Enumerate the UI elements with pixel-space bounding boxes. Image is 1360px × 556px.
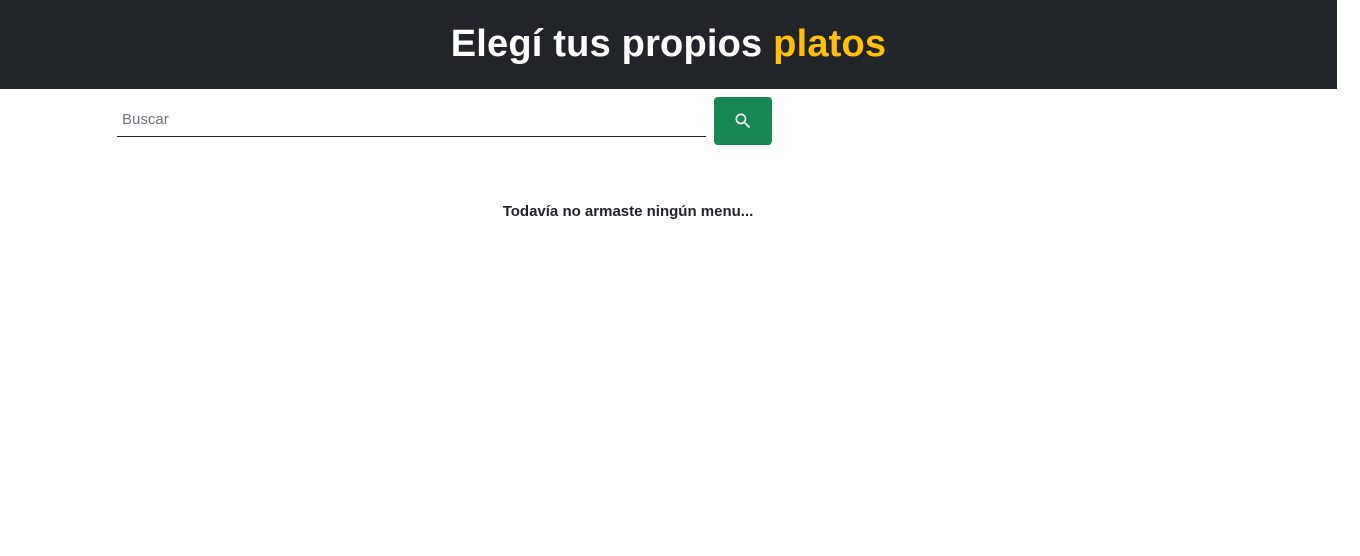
page-header: Elegí tus propios platos	[0, 0, 1337, 89]
search-icon	[733, 111, 753, 131]
search-input[interactable]	[117, 97, 706, 137]
page-title: Elegí tus propios platos	[451, 23, 887, 66]
page-title-accent: platos	[773, 23, 887, 65]
search-bar	[117, 97, 772, 145]
search-button[interactable]	[714, 97, 772, 145]
empty-menu-message: Todavía no armaste ningún menu...	[502, 203, 754, 220]
page-title-main: Elegí tus propios	[450, 23, 763, 65]
